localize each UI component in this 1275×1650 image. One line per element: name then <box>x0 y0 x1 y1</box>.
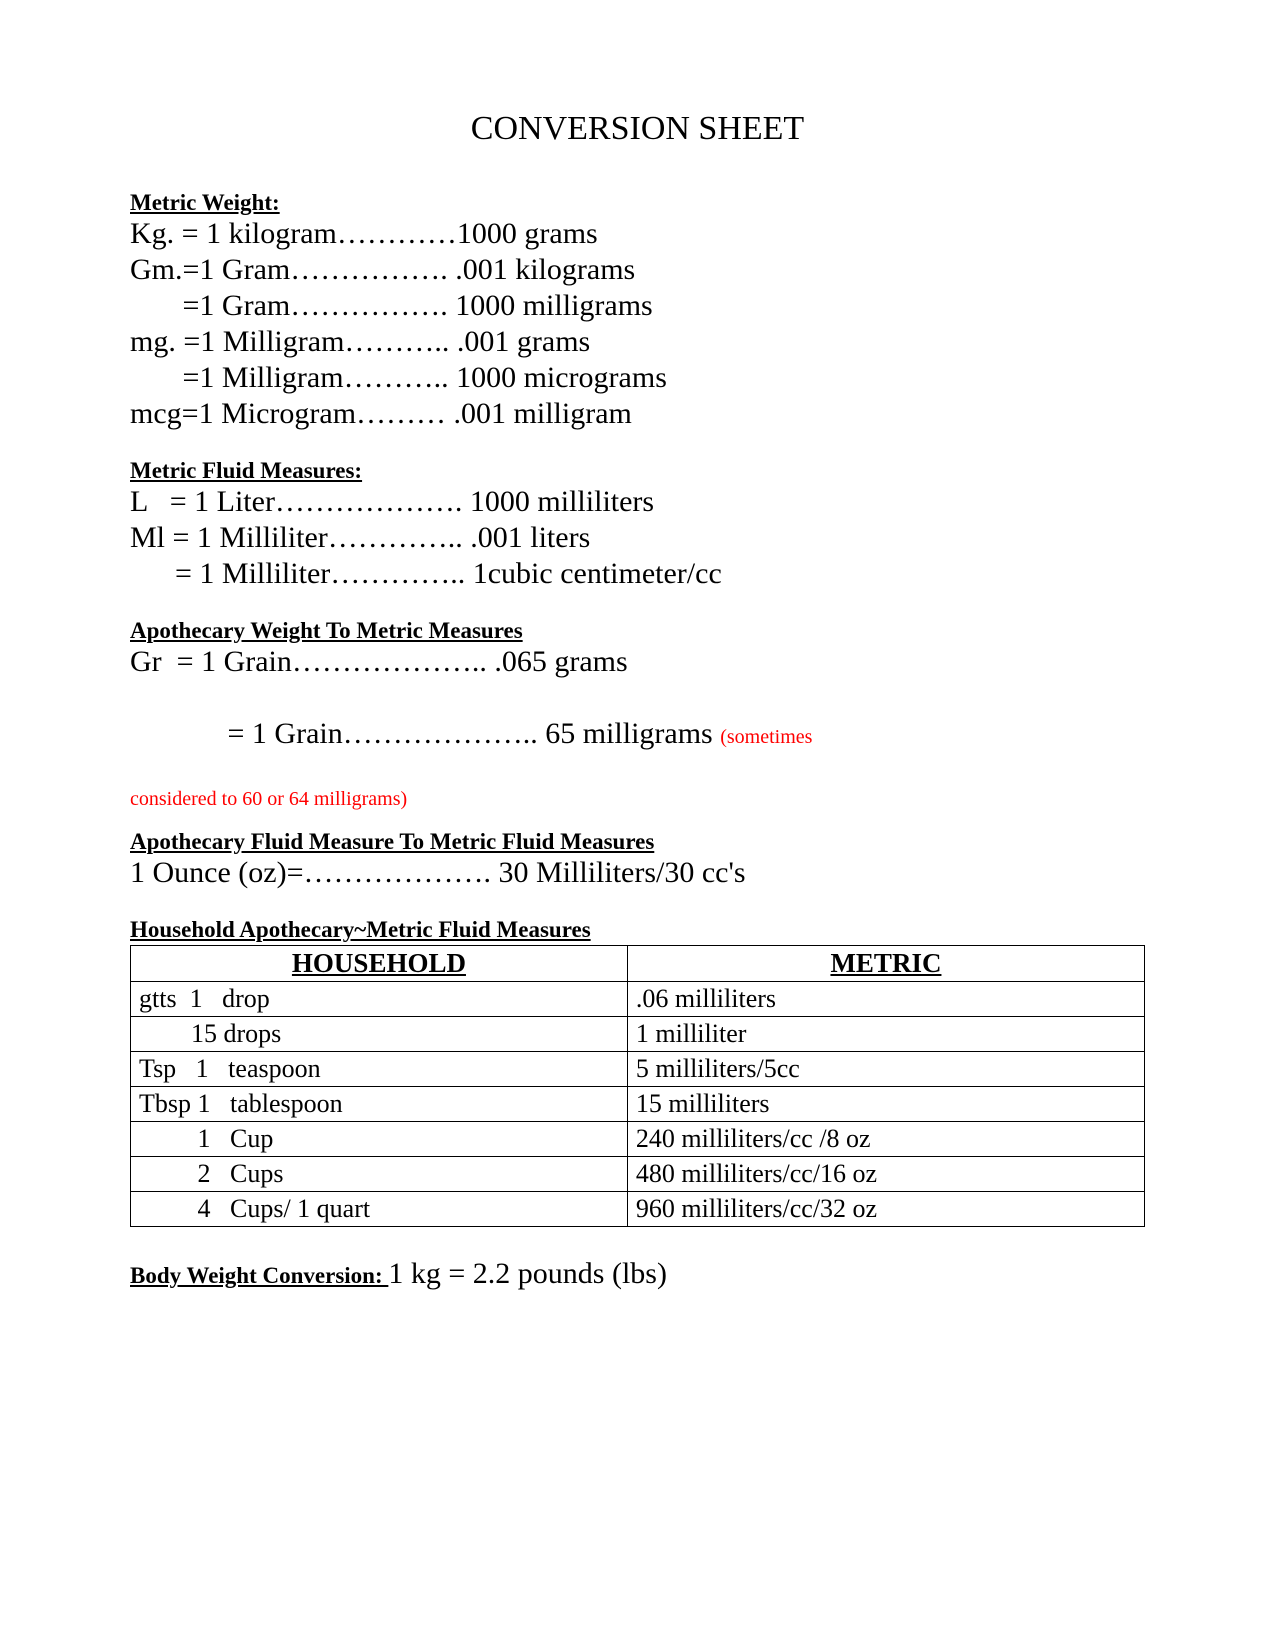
body-weight-label: Body Weight Conversion: <box>130 1263 388 1288</box>
heading-metric-fluid: Metric Fluid Measures: <box>130 458 1145 484</box>
section-metric-fluid: Metric Fluid Measures: L = 1 Liter………………… <box>130 458 1145 592</box>
heading-household: Household Apothecary~Metric Fluid Measur… <box>130 917 1145 943</box>
cell-m: 15 milliliters <box>627 1087 1144 1122</box>
mw-line-0: Kg. = 1 kilogram…………1000 grams <box>130 216 1145 252</box>
aw-note-a: (sometimes <box>720 726 812 748</box>
cell-h: 15 drops <box>131 1017 628 1052</box>
cell-h: 4 Cups/ 1 quart <box>131 1192 628 1227</box>
cell-m: .06 milliliters <box>627 982 1144 1017</box>
section-apoth-weight: Apothecary Weight To Metric Measures Gr … <box>130 618 1145 811</box>
aw-line-1-main: = 1 Grain……………….. 65 milligrams <box>175 717 720 750</box>
col-household: HOUSEHOLD <box>131 946 628 982</box>
body-weight-line: Body Weight Conversion: 1 kg = 2.2 pound… <box>130 1257 1145 1291</box>
mw-line-3: mg. =1 Milligram……….. .001 grams <box>130 324 1145 360</box>
table-row: gtts 1 drop .06 milliliters <box>131 982 1145 1017</box>
body-weight-value: 1 kg = 2.2 pounds (lbs) <box>388 1257 667 1290</box>
cell-h: gtts 1 drop <box>131 982 628 1017</box>
af-line-0: 1 Ounce (oz)=………………. 30 Milliliters/30 c… <box>130 855 1145 891</box>
cell-h: 2 Cups <box>131 1157 628 1192</box>
heading-apoth-fluid: Apothecary Fluid Measure To Metric Fluid… <box>130 829 1145 855</box>
table-row: Tsp 1 teaspoon 5 milliliters/5cc <box>131 1052 1145 1087</box>
mw-line-2: =1 Gram……………. 1000 milligrams <box>130 288 1145 324</box>
household-metric-table: HOUSEHOLD METRIC gtts 1 drop .06 millili… <box>130 945 1145 1227</box>
table-header-row: HOUSEHOLD METRIC <box>131 946 1145 982</box>
mw-line-4: =1 Milligram……….. 1000 micrograms <box>130 360 1145 396</box>
cell-h: Tbsp 1 tablespoon <box>131 1087 628 1122</box>
cell-m: 1 milliliter <box>627 1017 1144 1052</box>
cell-h: 1 Cup <box>131 1122 628 1157</box>
aw-line-0: Gr = 1 Grain……………….. .065 grams <box>130 644 1145 680</box>
aw-line-1: = 1 Grain……………….. 65 milligrams (sometim… <box>130 680 1145 788</box>
cell-h: Tsp 1 teaspoon <box>131 1052 628 1087</box>
cell-m: 480 milliliters/cc/16 oz <box>627 1157 1144 1192</box>
table-row: 2 Cups 480 milliliters/cc/16 oz <box>131 1157 1145 1192</box>
mw-line-1: Gm.=1 Gram……………. .001 kilograms <box>130 252 1145 288</box>
mf-line-1: Ml = 1 Milliliter………….. .001 liters <box>130 520 1145 556</box>
cell-m: 240 milliliters/cc /8 oz <box>627 1122 1144 1157</box>
table-row: 1 Cup 240 milliliters/cc /8 oz <box>131 1122 1145 1157</box>
section-apoth-fluid: Apothecary Fluid Measure To Metric Fluid… <box>130 829 1145 891</box>
col-metric: METRIC <box>627 946 1144 982</box>
cell-m: 960 milliliters/cc/32 oz <box>627 1192 1144 1227</box>
section-household: Household Apothecary~Metric Fluid Measur… <box>130 917 1145 1227</box>
table-row: 4 Cups/ 1 quart 960 milliliters/cc/32 oz <box>131 1192 1145 1227</box>
section-metric-weight: Metric Weight: Kg. = 1 kilogram…………1000 … <box>130 190 1145 432</box>
page-title: CONVERSION SHEET <box>130 110 1145 148</box>
mf-line-2: = 1 Milliliter………….. 1cubic centimeter/c… <box>130 556 1145 592</box>
mw-line-5: mcg=1 Microgram……… .001 milligram <box>130 396 1145 432</box>
cell-m: 5 milliliters/5cc <box>627 1052 1144 1087</box>
aw-note-b: considered to 60 or 64 milligrams) <box>130 788 407 810</box>
heading-metric-weight: Metric Weight: <box>130 190 1145 216</box>
table-row: Tbsp 1 tablespoon 15 milliliters <box>131 1087 1145 1122</box>
heading-apoth-weight: Apothecary Weight To Metric Measures <box>130 618 1145 644</box>
mf-line-0: L = 1 Liter………………. 1000 milliliters <box>130 484 1145 520</box>
table-row: 15 drops 1 milliliter <box>131 1017 1145 1052</box>
